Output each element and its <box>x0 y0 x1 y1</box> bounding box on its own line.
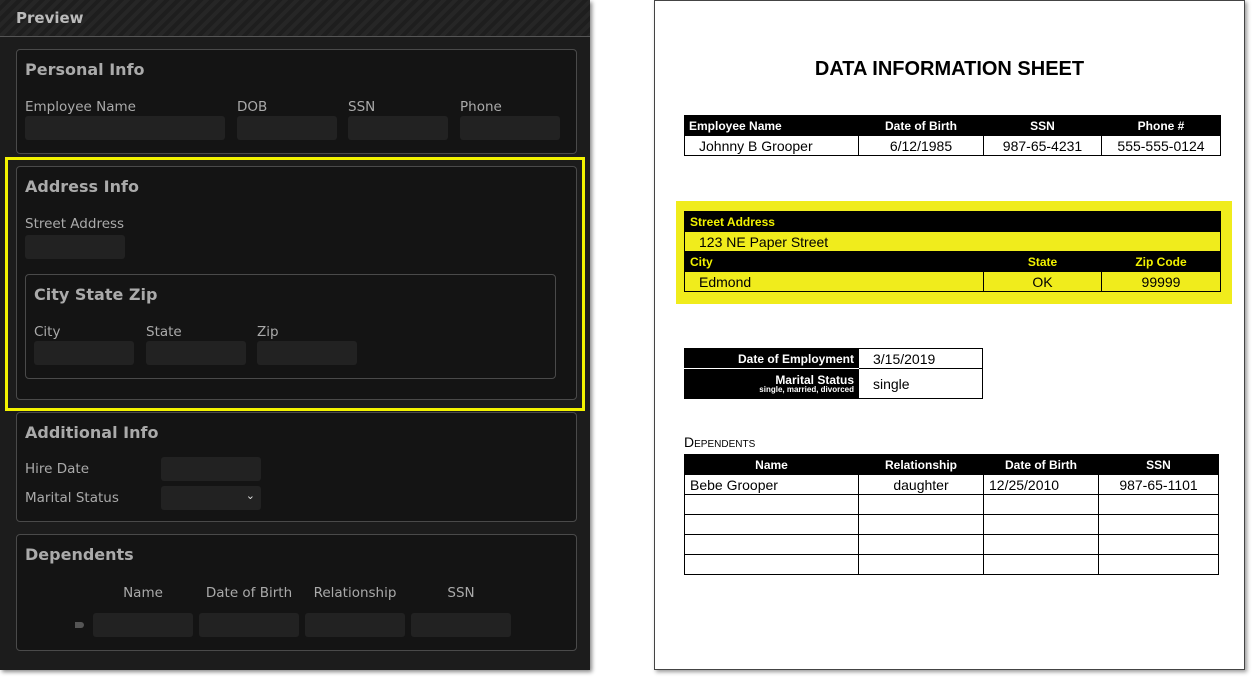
th-dep-relationship: Relationship <box>858 454 984 475</box>
personal-info-section: Personal Info Employee Name DOB SSN Phon… <box>16 49 577 154</box>
row-marker-icon <box>75 622 84 628</box>
dob-input[interactable] <box>237 116 337 140</box>
th-phone: Phone # <box>1101 115 1221 136</box>
marital-hint: single, married, divorced <box>759 384 854 394</box>
label-dob: DOB <box>237 99 268 115</box>
phone-value: 555-555-0124 <box>1101 135 1221 156</box>
address-highlight-box <box>5 157 585 411</box>
th-street: Street Address <box>684 211 1221 232</box>
employment-table: Date of Employment 3/15/2019 Marital Stat… <box>684 348 983 399</box>
marital-value: single <box>858 368 983 399</box>
label-dep-ssn: SSN <box>447 585 475 601</box>
employee-name-value: Johnny B Grooper <box>684 135 859 156</box>
city-value: Edmond <box>684 271 984 292</box>
th-doe: Date of Employment <box>684 348 859 369</box>
dependents-heading: Dependents <box>684 434 756 450</box>
address-table: Street Address 123 NE Paper Street City S… <box>684 211 1221 292</box>
label-ssn: SSN <box>348 99 376 115</box>
dep-name-input[interactable] <box>93 613 193 637</box>
th-ssn: SSN <box>983 115 1102 136</box>
dep-ssn-input[interactable] <box>411 613 511 637</box>
dep-relationship-value: daughter <box>858 474 984 495</box>
dependents-section: Dependents Name Date of Birth Relationsh… <box>16 534 577 651</box>
dependents-table: Name Relationship Date of Birth SSN Bebe Gr… <box>684 454 1219 575</box>
th-dep-dob: Date of Birth <box>983 454 1099 475</box>
table-row <box>684 494 1219 515</box>
table-row: Bebe Grooper daughter 12/25/2010 987-65-110… <box>684 474 1219 495</box>
label-dep-dob: Date of Birth <box>205 585 293 601</box>
label-employee-name: Employee Name <box>25 99 136 115</box>
doe-value: 3/15/2019 <box>858 348 983 369</box>
th-marital: Marital Status <box>775 372 854 387</box>
label-hire-date: Hire Date <box>25 461 90 477</box>
section-title: Personal Info <box>25 60 145 79</box>
section-title: Dependents <box>25 545 134 564</box>
dep-relationship-input[interactable] <box>305 613 405 637</box>
table-row <box>684 554 1219 575</box>
section-title: Additional Info <box>25 423 159 442</box>
table-row <box>684 534 1219 555</box>
dob-value: 6/12/1985 <box>858 135 984 156</box>
dep-name-value: Bebe Grooper <box>684 474 859 495</box>
th-dep-name: Name <box>684 454 859 475</box>
marital-status-select[interactable]: ⌄ <box>161 486 261 510</box>
employee-name-input[interactable] <box>25 116 225 140</box>
street-value: 123 NE Paper Street <box>684 231 1221 252</box>
dep-dob-input[interactable] <box>199 613 299 637</box>
th-dob: Date of Birth <box>858 115 984 136</box>
state-value: OK <box>983 271 1102 292</box>
zip-value: 99999 <box>1101 271 1221 292</box>
th-employee-name: Employee Name <box>684 115 859 136</box>
dep-ssn-value: 987-65-1101 <box>1098 474 1219 495</box>
table-row <box>684 514 1219 535</box>
th-dep-ssn: SSN <box>1098 454 1219 475</box>
additional-info-section: Additional Info Hire Date Marital Status… <box>16 412 577 522</box>
ssn-value: 987-65-4231 <box>983 135 1102 156</box>
phone-input[interactable] <box>460 116 560 140</box>
label-phone: Phone <box>460 99 502 115</box>
panel-title: Preview <box>0 0 590 37</box>
ssn-input[interactable] <box>348 116 448 140</box>
document-title: DATA INFORMATION SHEET <box>814 58 1085 80</box>
label-marital-status: Marital Status <box>25 490 119 506</box>
hire-date-input[interactable] <box>161 457 261 481</box>
chevron-down-icon: ⌄ <box>245 489 255 502</box>
label-dep-relationship: Relationship <box>313 585 397 601</box>
personal-table: Employee Name Date of Birth SSN Phone # Joh… <box>684 115 1221 156</box>
th-city: City <box>684 251 984 272</box>
dep-dob-value: 12/25/2010 <box>983 474 1099 495</box>
label-dep-name: Name <box>123 585 163 601</box>
th-zip: Zip Code <box>1101 251 1221 272</box>
th-state: State <box>983 251 1102 272</box>
